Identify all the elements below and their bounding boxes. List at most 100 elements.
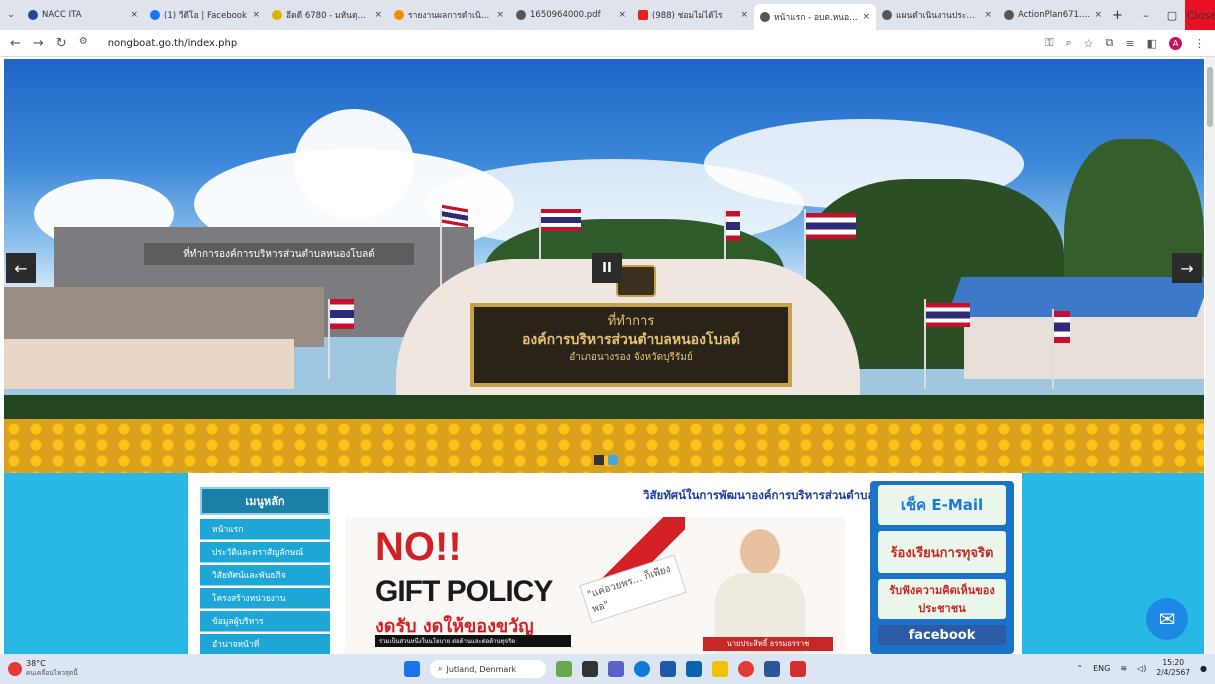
pdf-reader-icon[interactable]: [790, 661, 806, 677]
notification-bell-icon[interactable]: ●: [1200, 664, 1207, 673]
taskbar-search[interactable]: ⌕ Jutland, Denmark: [430, 660, 546, 678]
menu-item-duties[interactable]: อำนาจหน้าที่: [200, 634, 330, 654]
password-key-icon[interactable]: ⚿: [1045, 36, 1053, 50]
volume-icon[interactable]: ◁): [1137, 664, 1146, 673]
hero-slideshow: ที่ทำการองค์การบริหารส่วนตำบลหนองโบลด์ ท…: [4, 59, 1204, 473]
globe-icon: [516, 10, 526, 20]
clock[interactable]: 15:20 2/4/2567: [1156, 658, 1190, 678]
menu-dots-icon[interactable]: ⋮: [1194, 37, 1205, 50]
close-window-button[interactable]: Close: [1185, 0, 1215, 30]
scrollbar[interactable]: [1205, 57, 1215, 654]
no-gift-policy-banner[interactable]: NO!! GIFT POLICY งดรับ งดให้ของขวัญ ร่วม…: [345, 517, 845, 654]
globe-icon: [760, 12, 770, 22]
window-controls: – ▢ Close: [1133, 0, 1215, 30]
store-icon[interactable]: [660, 661, 676, 677]
slide-next-button[interactable]: →: [1172, 253, 1202, 283]
reading-list-icon[interactable]: ≡: [1125, 37, 1134, 50]
forward-arrow-icon[interactable]: →: [33, 36, 44, 51]
executive-photo: [715, 523, 805, 654]
emblem-icon: [616, 265, 656, 297]
search-icon: ⌕: [438, 664, 443, 673]
profile-avatar-icon[interactable]: A: [1169, 36, 1182, 50]
slide-prev-button[interactable]: ←: [6, 253, 36, 283]
slide-dot-2[interactable]: [608, 455, 618, 465]
menu-item-structure[interactable]: โครงสร้างหน่วยงาน: [200, 588, 330, 609]
executive-name: นายประสิทธิ์ ธรรมธรราช: [703, 637, 833, 651]
slide-dot-1[interactable]: [594, 455, 604, 465]
close-icon[interactable]: ×: [252, 10, 260, 20]
tab-7[interactable]: แผนดำเนินงานประจำปี ×: [876, 4, 998, 26]
tab-5[interactable]: (988) ช่อมไม่ได้ไร ×: [632, 4, 754, 26]
chrome-icon[interactable]: [738, 661, 754, 677]
side-panel-icon[interactable]: ◧: [1147, 37, 1157, 50]
back-arrow-icon[interactable]: ←: [10, 36, 21, 51]
tab-8[interactable]: ActionPlan671.pdf ×: [998, 4, 1108, 26]
close-icon[interactable]: ×: [130, 10, 138, 20]
menu-item-history[interactable]: ประวัติและตราสัญลักษณ์: [200, 542, 330, 563]
ita-icon: [28, 10, 38, 20]
browser-tab-strip: ⌄ NACC ITA × (1) วีดีโอ | Facebook × อีดดี…: [0, 0, 1215, 30]
language-indicator[interactable]: ENG: [1093, 664, 1110, 673]
mail-app-icon[interactable]: [686, 661, 702, 677]
windows-taskbar: 38°C คนเคลื่อนไหวสุดนี้ ⌕ Jutland, Denmar…: [0, 654, 1215, 684]
restore-button[interactable]: ▢: [1159, 9, 1185, 22]
teams-icon[interactable]: [608, 661, 624, 677]
weather-widget[interactable]: 38°C คนเคลื่อนไหวสุดนี้: [8, 659, 78, 678]
close-icon[interactable]: ×: [618, 10, 626, 20]
globe-icon: [882, 10, 892, 20]
messenger-icon[interactable]: ✉: [1146, 598, 1188, 640]
content-area: เมนูหลัก หน้าแรก ประวัติและตราสัญลักษณ์ …: [4, 473, 1204, 654]
tab-1[interactable]: (1) วีดีโอ | Facebook ×: [144, 4, 266, 26]
address-bar-row: ← → ↻ ⚙ nongboat.go.th/index.php ⚿ ⌕ ☆ ⧉…: [0, 30, 1215, 57]
tab-search-icon[interactable]: ⌄: [0, 10, 22, 20]
slide-pause-button[interactable]: II: [592, 253, 622, 283]
facebook-link[interactable]: facebook: [878, 625, 1006, 645]
complaint-link[interactable]: ร้องเรียนการทุจริต: [878, 531, 1006, 573]
url-field[interactable]: nongboat.go.th/index.php: [108, 38, 238, 49]
file-explorer-icon[interactable]: [712, 661, 728, 677]
tray-chevron-icon[interactable]: ⌃: [1076, 664, 1083, 673]
close-icon[interactable]: ×: [984, 10, 992, 20]
close-icon[interactable]: ×: [862, 12, 870, 22]
bookmark-star-icon[interactable]: ☆: [1084, 37, 1094, 50]
close-icon[interactable]: ×: [740, 10, 748, 20]
extensions-icon[interactable]: ⧉: [1106, 36, 1114, 50]
close-icon[interactable]: ×: [496, 10, 504, 20]
system-tray: ⌃ ENG ≋ ◁) 15:20 2/4/2567 ●: [1076, 658, 1207, 678]
widgets-icon[interactable]: [556, 661, 572, 677]
slide-indicators: [594, 455, 618, 465]
site-info-icon[interactable]: ⚙: [79, 36, 88, 51]
globe-icon: [1004, 10, 1014, 20]
tab-2[interactable]: อีดดี 6780 - มหันตุมุลท ×: [266, 4, 388, 26]
close-icon[interactable]: ×: [1094, 10, 1102, 20]
tab-3[interactable]: รายงานผลการดำเนินการ ×: [388, 4, 510, 26]
scroll-thumb[interactable]: [1207, 67, 1213, 127]
side-links: เช็ค E-Mail ร้องเรียนการทุจริต รับฟังควา…: [870, 481, 1014, 654]
tab-6[interactable]: หน้าแรก - อบต.หนองโบ ×: [754, 4, 876, 30]
minimize-button[interactable]: –: [1133, 9, 1159, 22]
task-view-icon[interactable]: [582, 661, 598, 677]
doc-icon: [394, 10, 404, 20]
windows-start-icon[interactable]: [404, 661, 420, 677]
opinion-link[interactable]: รับฟังความคิดเห็นของประชาชน: [878, 579, 1006, 619]
menu-item-vision[interactable]: วิสัยทัศน์และพันธกิจ: [200, 565, 330, 586]
menu-item-executives[interactable]: ข้อมูลผู้บริหาร: [200, 611, 330, 632]
web-page: ที่ทำการองค์การบริหารส่วนตำบลหนองโบลด์ ท…: [0, 57, 1215, 654]
new-tab-button[interactable]: +: [1112, 8, 1123, 23]
zoom-icon[interactable]: ⌕: [1065, 36, 1071, 50]
facebook-icon: [150, 10, 160, 20]
main-menu-title: เมนูหลัก: [200, 487, 330, 515]
edge-icon[interactable]: [634, 661, 650, 677]
tab-0[interactable]: NACC ITA ×: [22, 4, 144, 26]
word-icon[interactable]: [764, 661, 780, 677]
building-sign: ที่ทำการองค์การบริหารส่วนตำบลหนองโบลด์: [144, 243, 414, 265]
weather-alert-icon: [8, 661, 22, 676]
check-email-link[interactable]: เช็ค E-Mail: [878, 485, 1006, 525]
vision-marquee: วิสัยทัศน์ในการพัฒนาองค์การบริหารส่วนตำบ…: [643, 488, 875, 502]
main-menu: หน้าแรก ประวัติและตราสัญลักษณ์ วิสัยทัศน…: [200, 519, 330, 654]
menu-item-home[interactable]: หน้าแรก: [200, 519, 330, 540]
wifi-icon[interactable]: ≋: [1120, 664, 1127, 673]
close-icon[interactable]: ×: [374, 10, 382, 20]
reload-icon[interactable]: ↻: [56, 36, 67, 51]
tab-4[interactable]: 1650964000.pdf ×: [510, 4, 632, 26]
